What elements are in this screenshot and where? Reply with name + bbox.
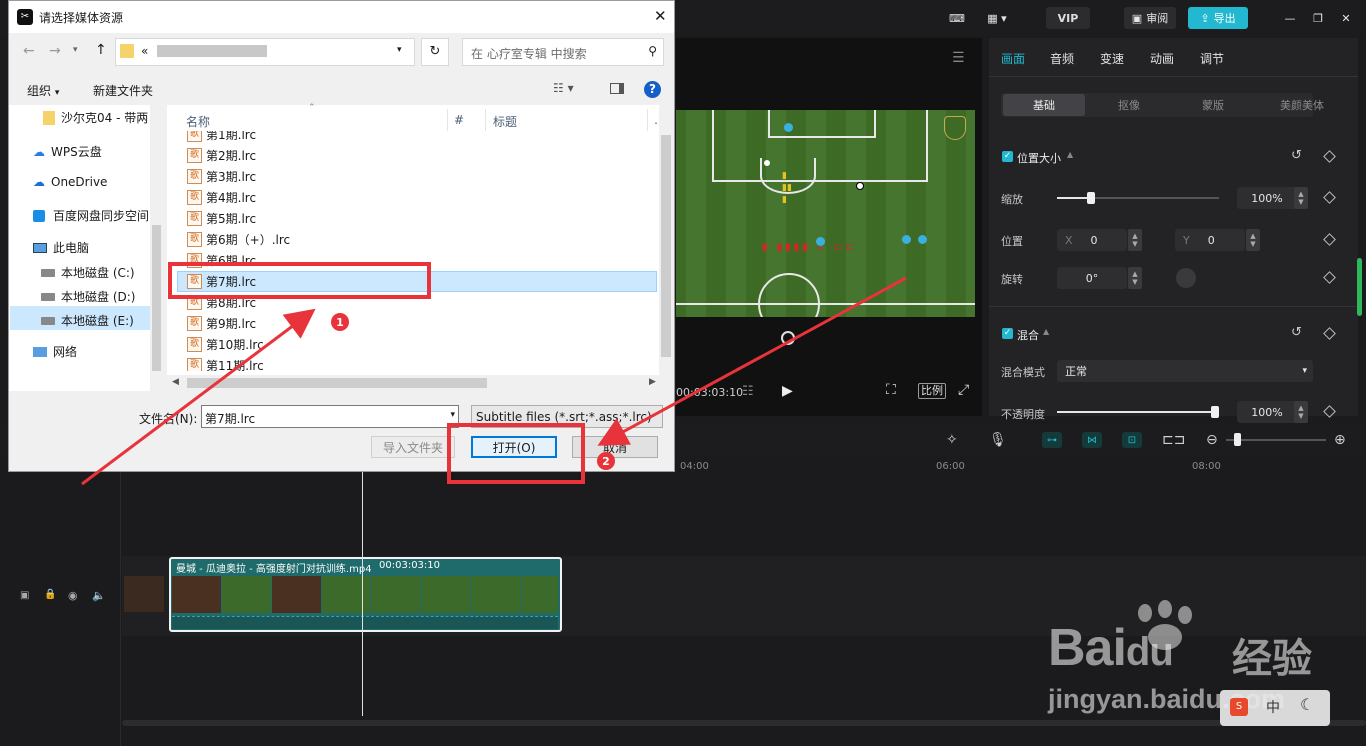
- night-mode-icon[interactable]: ☾: [1300, 695, 1314, 714]
- watermark-brand-2: du: [1125, 630, 1174, 674]
- watermark-brand-1: Bai: [1048, 619, 1127, 677]
- watermark-brand-cn: 经验: [1232, 636, 1312, 682]
- step-badge-1: 1: [331, 313, 349, 331]
- step-badge-2: 2: [597, 452, 615, 470]
- ime-language[interactable]: 中: [1266, 697, 1280, 717]
- arrow-to-file: [81, 308, 316, 486]
- arrow-to-open: [597, 276, 907, 446]
- ime-logo-icon: S: [1230, 698, 1248, 716]
- watermark-brand: Baidu: [1048, 618, 1174, 678]
